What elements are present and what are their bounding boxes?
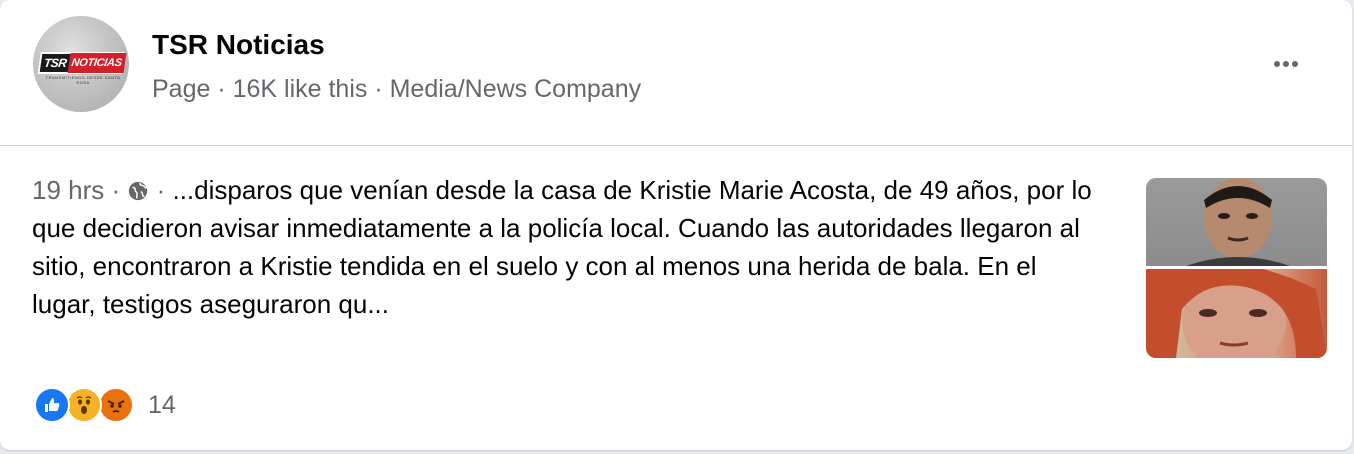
more-options-button[interactable] [1266, 50, 1306, 78]
post-text: ...disparos que venían desde la casa de … [32, 175, 1092, 319]
tsr-logo: TSR NOTICIAS [37, 52, 127, 74]
page-name-link[interactable]: TSR Noticias [152, 28, 325, 62]
post-image-bottom [1146, 262, 1327, 358]
post-image[interactable] [1146, 178, 1327, 358]
post-body: 19 hrs · · ...disparos que venían desde … [32, 171, 1092, 323]
page-meta: Page · 16K like this · Media/News Compan… [152, 75, 642, 103]
more-dot-icon [1274, 61, 1280, 67]
reactions-summary[interactable]: 14 [34, 386, 176, 424]
reaction-count[interactable]: 14 [148, 391, 176, 420]
globe-icon[interactable] [127, 180, 149, 202]
wow-icon [66, 387, 102, 423]
logo-tagline: TRANSMITIENDO DESDE SANTA ROSA [45, 75, 121, 85]
meta-separator: · [149, 175, 173, 205]
meta-separator: · [104, 175, 128, 205]
more-dot-icon [1283, 61, 1289, 67]
like-icon [34, 387, 70, 423]
logo-brand-highlight: NOTICIAS [67, 53, 127, 73]
post-image-top [1146, 178, 1327, 266]
logo-brand: TSR [43, 56, 68, 70]
post-card: TSR NOTICIAS TRANSMITIENDO DESDE SANTA R… [0, 0, 1352, 450]
page-avatar[interactable]: TSR NOTICIAS TRANSMITIENDO DESDE SANTA R… [33, 16, 129, 112]
angry-icon [98, 387, 134, 423]
post-timestamp[interactable]: 19 hrs [32, 175, 104, 205]
more-dot-icon [1292, 61, 1298, 67]
header-divider [0, 145, 1352, 146]
post-header: TSR NOTICIAS TRANSMITIENDO DESDE SANTA R… [0, 0, 1352, 146]
